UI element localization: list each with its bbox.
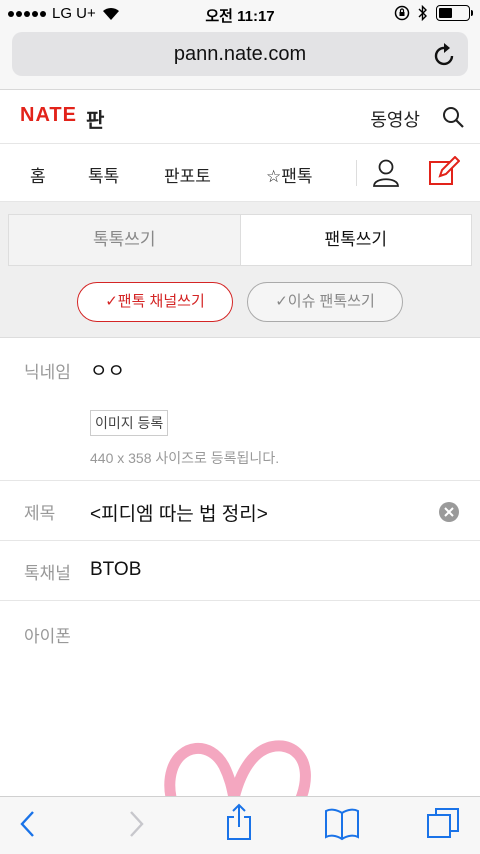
bookmarks-icon[interactable]: [324, 807, 360, 841]
issue-fantalk-write-button[interactable]: ✓이슈 팬톡쓰기: [247, 282, 403, 322]
nav-item-panphoto[interactable]: 판포토: [164, 162, 211, 187]
title-input[interactable]: <피디엠 따는 법 정리>: [90, 499, 268, 526]
browser-address-area: pann.nate.com: [0, 28, 480, 90]
nickname-row: 닉네임 ㅇㅇ 이미지 등록 440 x 358 사이즈로 등록됩니다.: [0, 338, 480, 481]
status-right: [394, 5, 473, 21]
channel-row: 톡채널 BTOB: [0, 541, 480, 601]
url-text[interactable]: pann.nate.com: [12, 43, 468, 66]
title-label: 제목: [24, 504, 56, 523]
write-mode-area: 톡톡쓰기 팬톡쓰기 ✓팬톡 채널쓰기 ✓이슈 팬톡쓰기: [0, 202, 480, 338]
nickname-label: 닉네임: [24, 363, 71, 382]
site-header: NATE 판 동영상: [0, 90, 480, 144]
title-row: 제목 <피디엠 따는 법 정리>: [0, 481, 480, 541]
reload-icon[interactable]: [434, 42, 456, 66]
image-size-hint: 440 x 358 사이즈로 등록됩니다.: [90, 450, 280, 466]
user-icon[interactable]: [372, 158, 400, 188]
clear-icon[interactable]: [438, 501, 460, 523]
write-icon[interactable]: [428, 156, 460, 188]
main-nav: 홈 톡톡 판포토 ☆팬톡: [0, 144, 480, 202]
channel-value[interactable]: BTOB: [90, 559, 141, 581]
search-icon[interactable]: [442, 106, 464, 128]
back-icon[interactable]: [18, 809, 38, 839]
bluetooth-icon: [418, 5, 427, 21]
nickname-value[interactable]: ㅇㅇ: [90, 356, 125, 383]
write-tabs: 톡톡쓰기 팬톡쓰기: [8, 214, 472, 266]
pann-logo[interactable]: 판: [86, 104, 104, 133]
nate-logo[interactable]: NATE: [20, 104, 77, 127]
video-link[interactable]: 동영상: [370, 106, 420, 132]
channel-label: 톡채널: [24, 564, 71, 583]
tabs-icon[interactable]: [426, 805, 462, 841]
body-textarea[interactable]: 아이폰: [24, 622, 71, 647]
status-bar: LG U+ 오전 11:17: [0, 0, 480, 28]
nav-item-toktok[interactable]: 톡톡: [88, 162, 119, 187]
nav-item-home[interactable]: 홈: [30, 162, 46, 187]
browser-toolbar: [0, 796, 480, 854]
forward-icon[interactable]: [126, 809, 146, 839]
fantalk-channel-write-button[interactable]: ✓팬톡 채널쓰기: [77, 282, 233, 322]
tab-toktok-write[interactable]: 톡톡쓰기: [9, 215, 241, 265]
address-bar[interactable]: pann.nate.com: [12, 32, 468, 76]
tab-fantalk-write[interactable]: 팬톡쓰기: [240, 215, 471, 265]
nav-divider: [356, 160, 357, 186]
nav-item-fantalk[interactable]: ☆팬톡: [266, 162, 313, 187]
image-upload-button[interactable]: 이미지 등록: [90, 410, 169, 436]
orientation-lock-icon: [394, 5, 410, 21]
battery-icon: [436, 5, 473, 21]
share-icon[interactable]: [224, 803, 254, 841]
